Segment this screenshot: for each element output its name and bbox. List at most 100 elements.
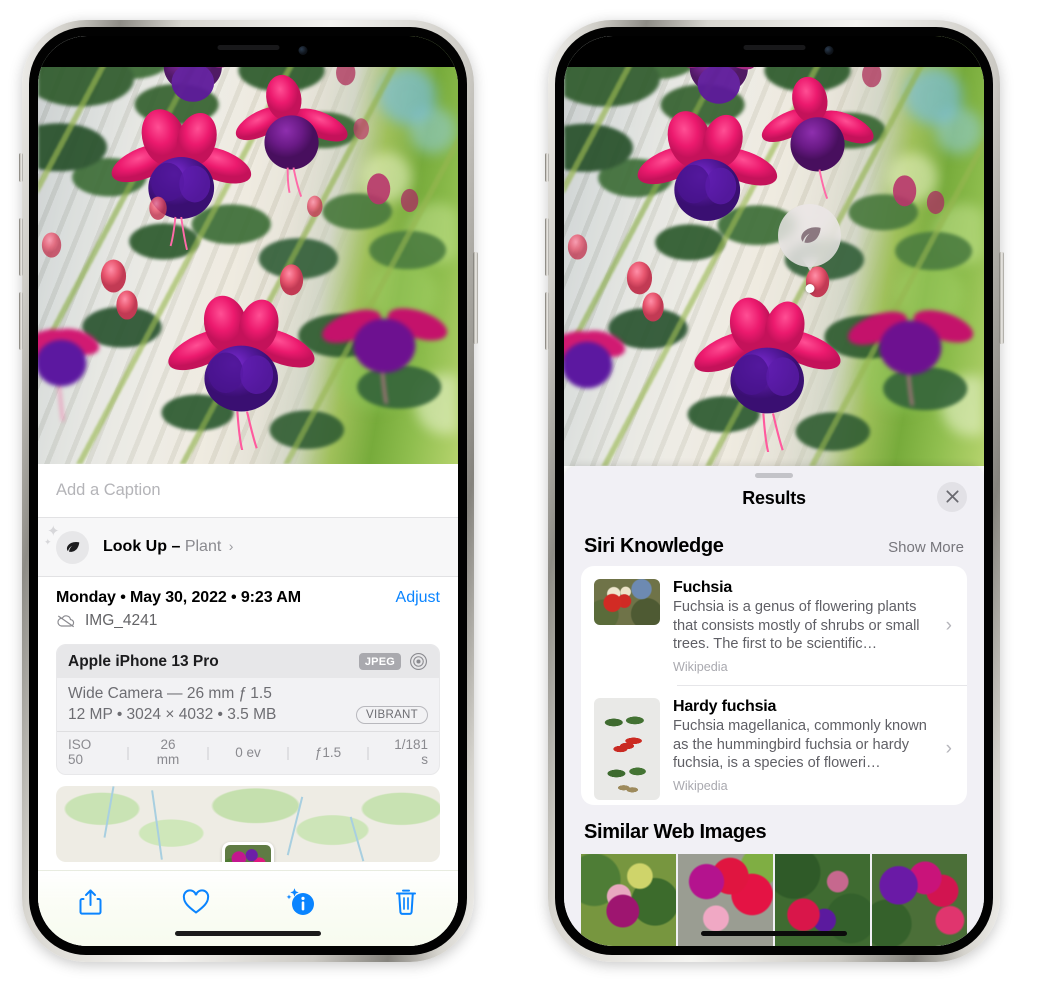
lens-info: Wide Camera — 26 mm ƒ 1.5 — [68, 685, 272, 702]
photo-datetime: Monday • May 30, 2022 • 9:23 AM — [56, 589, 301, 606]
knowledge-thumbnail — [594, 697, 660, 800]
screen-right: Results Siri Knowledge Show More Fuchsia… — [564, 36, 984, 946]
knowledge-item[interactable]: Fuchsia Fuchsia is a genus of flowering … — [581, 566, 967, 685]
photo-viewer[interactable] — [38, 36, 458, 464]
location-map-card[interactable] — [56, 786, 440, 862]
favorite-button[interactable] — [168, 885, 224, 919]
similar-image-thumbnail[interactable] — [872, 853, 967, 946]
knowledge-content: Hardy fuchsia Fuchsia magellanica, commo… — [673, 698, 933, 793]
volume-up-button[interactable] — [544, 218, 549, 276]
camera-card-badges: JPEG — [358, 652, 428, 671]
close-button[interactable] — [937, 481, 967, 512]
info-sparkle-icon — [286, 888, 314, 915]
notch — [692, 36, 856, 67]
camera-card-header: Apple iPhone 13 Pro JPEG — [57, 645, 439, 678]
icloud-slash-icon — [57, 615, 75, 628]
iphone-device-left: Add a Caption ✦ ✦ Look Up – Plant › Mond… — [18, 20, 478, 962]
photographic-style-badge: VIBRANT — [356, 706, 428, 724]
home-indicator[interactable] — [701, 931, 847, 936]
look-up-subject: Plant — [184, 538, 222, 555]
results-header: Results — [564, 478, 984, 519]
exif-ev: 0 ev — [235, 744, 261, 760]
metadata-file-row: IMG_4241 — [56, 612, 440, 630]
close-icon — [945, 490, 959, 503]
look-up-dash: – — [171, 538, 181, 555]
camera-info-card: Apple iPhone 13 Pro JPEG Wide Camera — 2… — [56, 644, 440, 775]
knowledge-description: Fuchsia magellanica, commonly known as t… — [673, 717, 927, 772]
map-pin-thumbnail — [225, 845, 271, 862]
heart-icon — [182, 889, 209, 914]
exif-focal: 26 mm — [156, 737, 180, 767]
aperture-icon — [410, 653, 427, 670]
camera-card-body: Wide Camera — 26 mm ƒ 1.5 12 MP • 3024 ×… — [57, 678, 439, 731]
volume-down-button[interactable] — [18, 292, 23, 350]
siri-knowledge-title: Siri Knowledge — [584, 534, 724, 557]
siri-knowledge-header: Siri Knowledge Show More — [564, 519, 984, 566]
mute-switch[interactable] — [545, 153, 549, 182]
knowledge-source: Wikipedia — [673, 778, 728, 793]
sparkle-small-icon: ✦ — [44, 536, 52, 547]
share-icon — [79, 889, 102, 915]
exif-divider-1: | — [126, 744, 130, 760]
info-button[interactable] — [273, 885, 329, 919]
home-indicator[interactable] — [175, 931, 321, 936]
fuchsia-flowers — [564, 42, 974, 453]
map-road-1 — [103, 786, 115, 838]
map-road-3 — [286, 796, 304, 856]
look-up-row[interactable]: ✦ ✦ Look Up – Plant › — [38, 518, 458, 576]
notch — [166, 36, 330, 67]
siri-knowledge-card: Fuchsia Fuchsia is a genus of flowering … — [581, 565, 967, 805]
power-button[interactable] — [473, 252, 478, 344]
photo-info-sheet: Add a Caption ✦ ✦ Look Up – Plant › Mond… — [38, 464, 458, 946]
volume-down-button[interactable] — [544, 292, 549, 350]
knowledge-content: Fuchsia Fuchsia is a genus of flowering … — [673, 579, 933, 674]
exif-aperture: ƒ1.5 — [314, 744, 342, 760]
screenshot-root: Add a Caption ✦ ✦ Look Up – Plant › Mond… — [0, 0, 1055, 985]
front-camera — [298, 46, 308, 55]
similar-image-thumbnail[interactable] — [581, 853, 676, 946]
visual-lookup-pin[interactable] — [778, 204, 841, 293]
map-photo-pin[interactable] — [222, 842, 274, 862]
look-up-label: Look Up – Plant › — [103, 538, 233, 556]
device-name: Apple iPhone 13 Pro — [68, 652, 219, 670]
knowledge-item[interactable]: Hardy fuchsia Fuchsia magellanica, commo… — [581, 684, 967, 805]
power-button[interactable] — [999, 252, 1004, 344]
metadata-date-row: Monday • May 30, 2022 • 9:23 AM Adjust — [56, 589, 440, 607]
photo-specs: 12 MP • 3024 × 4032 • 3.5 MB — [68, 706, 277, 723]
lens-row: Wide Camera — 26 mm ƒ 1.5 — [68, 685, 428, 703]
map-road-4 — [349, 816, 365, 862]
pin-bubble — [778, 204, 841, 267]
iphone-device-right: Results Siri Knowledge Show More Fuchsia… — [544, 20, 1004, 962]
show-more-button[interactable]: Show More — [888, 539, 964, 556]
volume-up-button[interactable] — [18, 218, 23, 276]
delete-button[interactable] — [378, 885, 434, 919]
results-title: Results — [742, 487, 806, 508]
chevron-right-icon: › — [945, 615, 952, 637]
device-bezel-right: Results Siri Knowledge Show More Fuchsia… — [555, 27, 993, 955]
front-camera — [824, 46, 834, 55]
adjust-button[interactable]: Adjust — [396, 589, 440, 607]
mute-switch[interactable] — [19, 153, 23, 182]
earpiece-speaker — [743, 45, 805, 50]
similar-web-images-title: Similar Web Images — [584, 820, 767, 843]
caption-input-row[interactable]: Add a Caption — [38, 464, 458, 518]
knowledge-title: Fuchsia — [673, 578, 733, 596]
photo-metadata-block: Monday • May 30, 2022 • 9:23 AM Adjust I… — [38, 576, 458, 640]
leaf-icon: ✦ ✦ — [44, 524, 89, 564]
format-badge: JPEG — [358, 653, 401, 670]
exif-iso: ISO 50 — [68, 737, 92, 767]
map-road-2 — [151, 790, 163, 860]
look-up-title: Look Up — [103, 538, 167, 555]
screen-left: Add a Caption ✦ ✦ Look Up – Plant › Mond… — [38, 36, 458, 946]
exif-shutter: 1/181 s — [394, 737, 428, 767]
photo-viewer[interactable] — [564, 36, 984, 466]
exif-divider-4: | — [366, 744, 370, 760]
earpiece-speaker — [217, 45, 279, 50]
pin-dot — [805, 284, 814, 293]
knowledge-thumbnail — [594, 578, 660, 625]
exif-row: ISO 50 | 26 mm | 0 ev | ƒ1.5 | 1/181 s — [57, 731, 439, 774]
share-button[interactable] — [63, 885, 119, 919]
results-sheet: Results Siri Knowledge Show More Fuchsia… — [564, 466, 984, 946]
exif-divider-2: | — [206, 744, 210, 760]
caption-placeholder: Add a Caption — [56, 481, 161, 499]
